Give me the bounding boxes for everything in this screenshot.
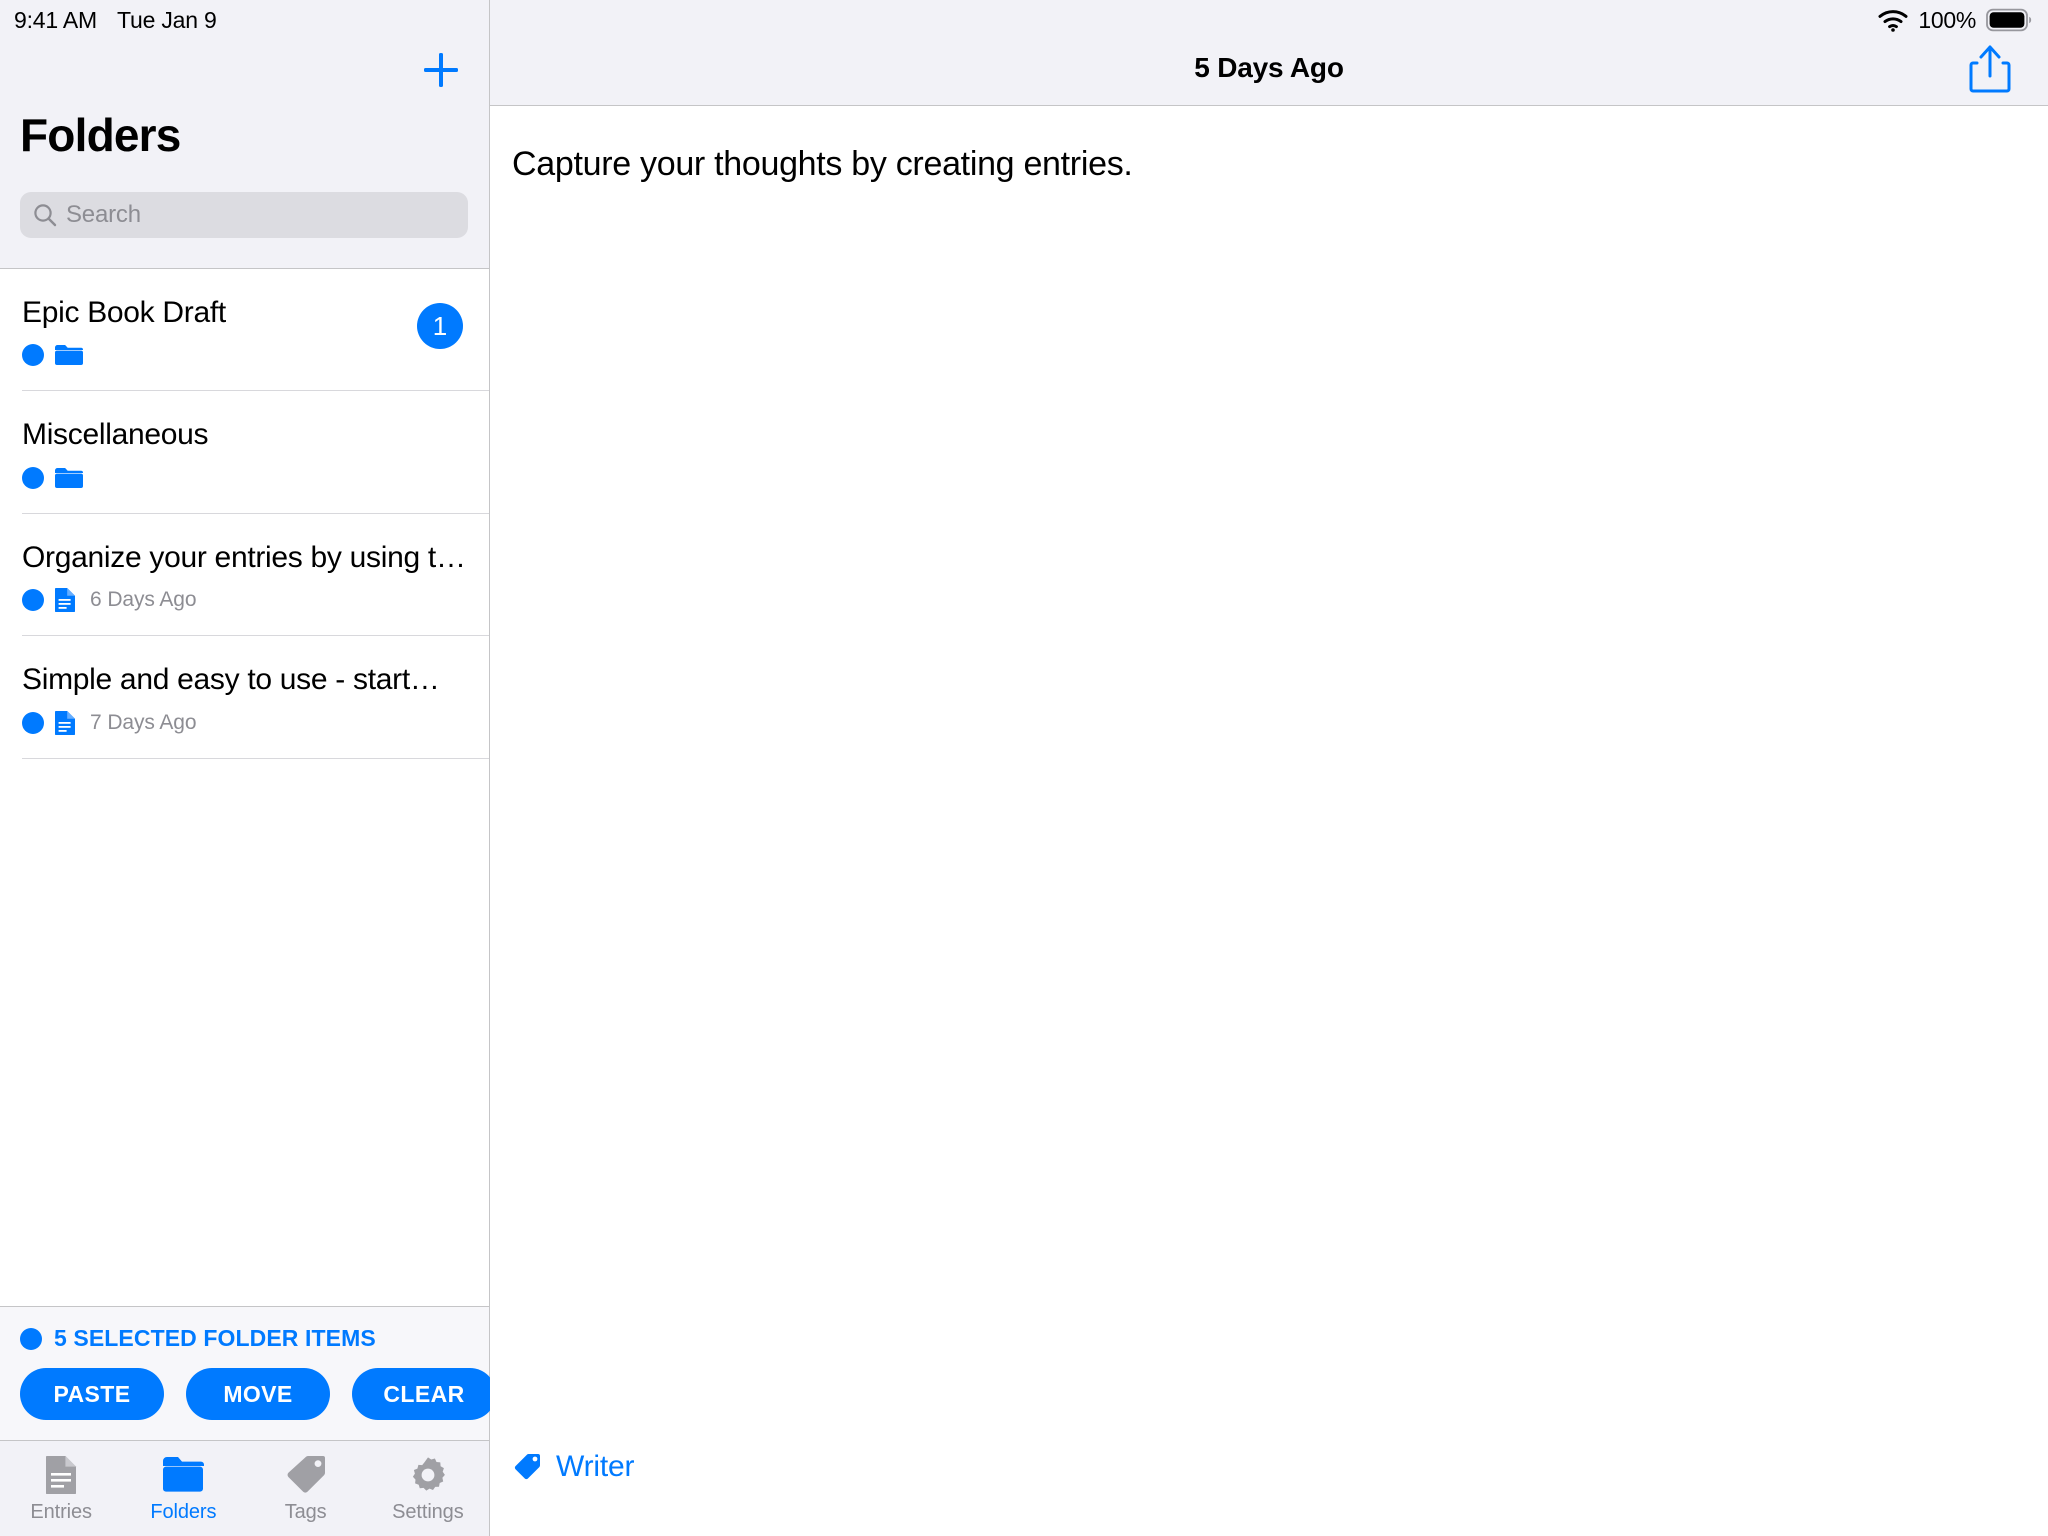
folder-icon [161,1454,205,1496]
gear-icon [407,1454,449,1496]
sidebar: Folders Search Epic Book Draft 1 Miscell… [0,0,496,1536]
entry-body[interactable]: Capture your thoughts by creating entrie… [490,106,2048,1450]
entry-tag-name[interactable]: Writer [556,1450,634,1484]
list-item-meta: 6 Days Ago [22,587,489,613]
tab-folders[interactable]: Folders [122,1441,244,1536]
list-item[interactable]: Simple and easy to use - start… 7 Days A… [22,636,489,759]
paste-button[interactable]: PASTE [20,1368,164,1420]
page-title: Folders [20,109,181,161]
detail-title: 5 Days Ago [1194,52,1344,83]
blue-dot-icon [22,466,44,489]
blue-dot-icon [22,711,44,734]
document-icon [55,710,75,735]
search-field[interactable]: Search [20,192,468,238]
share-button[interactable] [1962,40,2018,98]
tag-icon [285,1454,327,1496]
move-button[interactable]: MOVE [186,1368,330,1420]
selection-header: 5 SELECTED FOLDER ITEMS [20,1325,469,1352]
search-input-placeholder[interactable]: Search [66,201,141,229]
selection-toolbar: 5 SELECTED FOLDER ITEMS PASTE MOVE CLEAR [0,1306,496,1440]
tag-icon [514,1454,540,1480]
detail-pane: 5 Days Ago Capture your thoughts by crea… [490,0,2048,1536]
tab-tags[interactable]: Tags [245,1441,367,1536]
list-item-title: Simple and easy to use - start… [22,663,440,697]
document-icon [44,1454,78,1496]
plus-icon-stroke [439,53,443,87]
list-item-meta: 7 Days Ago [22,710,489,736]
list-item[interactable]: Miscellaneous [22,391,489,514]
selection-count-label: 5 SELECTED FOLDER ITEMS [54,1325,376,1351]
list-item[interactable]: Epic Book Draft 1 [22,269,489,392]
list-item-meta [22,465,489,491]
tab-entries[interactable]: Entries [0,1441,122,1536]
folder-list: Epic Book Draft 1 Miscellaneous Organize… [0,268,489,1306]
tab-folders-label: Folders [150,1500,217,1523]
list-item-title: Organize your entries by using t… [22,540,462,574]
folder-icon [55,345,83,366]
detail-navbar: 5 Days Ago [490,0,2048,106]
list-item-title: Epic Book Draft [22,296,226,329]
list-item[interactable]: Organize your entries by using t… 6 Days… [22,514,489,637]
tab-entries-label: Entries [30,1500,92,1523]
add-folder-button[interactable] [415,44,467,96]
share-icon [1969,45,2011,93]
blue-dot-icon [22,589,44,612]
tab-settings[interactable]: Settings [367,1441,489,1536]
tab-settings-label: Settings [392,1500,464,1523]
list-item-subtitle: 6 Days Ago [90,588,197,612]
folder-icon [55,467,83,488]
tab-bar: Entries Folders Tags Settings [0,1440,489,1536]
selection-actions: PASTE MOVE CLEAR [20,1368,496,1420]
list-item-subtitle: 7 Days Ago [90,710,197,734]
sidebar-header: Folders Search [0,0,489,268]
search-icon [34,204,57,227]
tab-tags-label: Tags [284,1500,327,1523]
blue-dot-icon [22,344,44,367]
app-screen: Folders Search Epic Book Draft 1 Miscell… [0,0,2048,1536]
document-icon [55,588,75,613]
list-item-meta [22,342,489,368]
blue-dot-icon [20,1327,42,1350]
entry-body-text: Capture your thoughts by creating entrie… [512,145,1133,183]
clear-button[interactable]: CLEAR [352,1368,496,1420]
list-item-title: Miscellaneous [22,418,209,452]
entry-tags: Writer [490,1450,2048,1536]
item-count-badge: 1 [417,303,463,349]
